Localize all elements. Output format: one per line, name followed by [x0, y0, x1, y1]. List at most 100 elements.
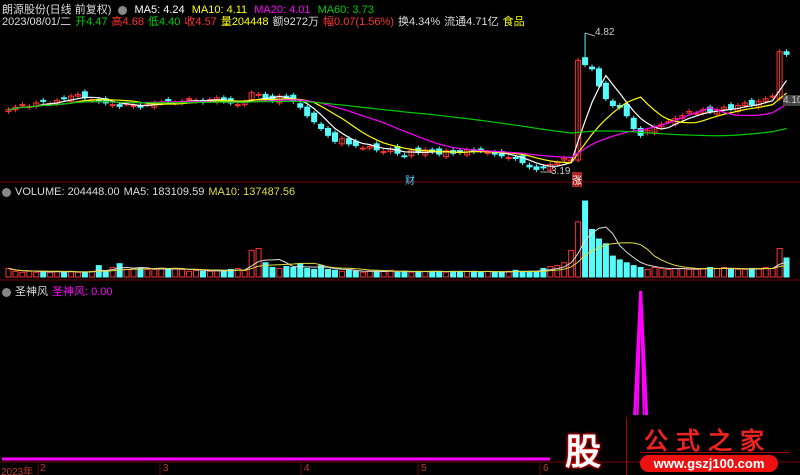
- volume-bar: [526, 270, 533, 278]
- candle-body: [165, 99, 172, 102]
- volume-bar: [359, 271, 366, 278]
- volume-bar: [457, 270, 464, 278]
- finance-tag[interactable]: 财: [405, 172, 415, 187]
- volume-bar: [693, 268, 700, 278]
- candle-body: [311, 112, 318, 123]
- candle-body: [297, 103, 304, 108]
- logo-url: www.gszj100.com: [640, 455, 778, 472]
- volume-bar: [755, 267, 762, 278]
- volume-bar: [137, 267, 144, 278]
- volume-bar: [401, 270, 408, 278]
- volume-bar: [186, 270, 193, 278]
- volume-bar: [5, 267, 12, 278]
- volume-bar: [158, 267, 165, 278]
- candle-body: [40, 99, 47, 102]
- volume-bar: [609, 255, 616, 278]
- candle-body: [769, 95, 776, 98]
- volume-bar: [547, 266, 554, 278]
- volume-bar: [623, 262, 630, 278]
- volume-bar: [463, 270, 470, 278]
- watermark-logo: 股 公式之家 www.gszj100.com: [560, 415, 800, 475]
- volume-bar: [338, 270, 345, 278]
- candle-body: [505, 157, 512, 160]
- candle-body: [526, 164, 533, 168]
- x-label-jun: 6: [543, 463, 549, 474]
- high-pointer: [584, 32, 596, 37]
- volume-bar: [616, 259, 623, 278]
- candle-body: [380, 151, 387, 154]
- candle-body: [589, 66, 596, 70]
- volume-bar: [199, 270, 206, 278]
- stock-chart-window: 朗源股份(日线 前复权) MA5: 4.24 MA10: 4.11 MA20: …: [0, 0, 800, 475]
- volume-bar: [429, 270, 436, 278]
- volume-bar: [325, 268, 332, 278]
- volume-bar: [741, 268, 748, 278]
- volume-bar: [144, 268, 151, 278]
- volume-bar: [533, 270, 540, 278]
- volume-bar: [554, 265, 561, 278]
- candle-body: [582, 57, 589, 66]
- volume-bar: [47, 271, 54, 278]
- candle-body: [783, 51, 790, 55]
- chart-canvas[interactable]: [0, 0, 800, 475]
- volume-bar: [283, 266, 290, 278]
- volume-bar: [241, 269, 248, 278]
- candle-body: [512, 157, 519, 160]
- volume-bar: [81, 271, 88, 278]
- candle-body: [186, 98, 193, 101]
- candle-body: [748, 99, 755, 106]
- volume-bar: [331, 269, 338, 278]
- volume-bar: [589, 229, 596, 278]
- limit-up-tag[interactable]: 涨: [572, 172, 582, 187]
- candle-body: [304, 106, 311, 117]
- candle-body: [116, 104, 123, 107]
- volume-bar: [220, 270, 227, 278]
- candle-body: [533, 166, 540, 170]
- volume-bar: [644, 268, 651, 278]
- volume-bar: [679, 267, 686, 278]
- volume-bar: [151, 268, 158, 278]
- candle-body: [255, 93, 262, 96]
- volume-bar: [193, 269, 200, 278]
- volume-bar: [102, 270, 109, 278]
- candle-body: [345, 138, 352, 145]
- volume-bar: [443, 271, 450, 278]
- volume-bar: [491, 271, 498, 278]
- volume-bar: [651, 267, 658, 278]
- volume-bar: [436, 270, 443, 278]
- logo-char: 股: [565, 432, 602, 473]
- volume-bar: [61, 271, 68, 278]
- candle-body: [130, 104, 137, 107]
- last-price-marker: 4.10: [783, 95, 800, 106]
- volume-bar: [276, 267, 283, 278]
- volume-bar: [672, 267, 679, 278]
- low-annotation: 3.19: [551, 166, 571, 177]
- volume-bar: [477, 271, 484, 278]
- volume-bar: [470, 270, 477, 278]
- candle-body: [727, 104, 734, 110]
- ma60-line: [8, 100, 787, 137]
- volume-bar: [714, 267, 721, 278]
- candle-body: [401, 155, 408, 158]
- volume-bar: [637, 267, 644, 278]
- volume-bar: [297, 263, 304, 278]
- candle-body: [61, 97, 68, 100]
- volume-bar: [727, 268, 734, 278]
- volume-bar: [450, 270, 457, 278]
- volume-bar: [595, 238, 602, 278]
- volume-bar: [394, 271, 401, 278]
- candle-body: [623, 104, 630, 117]
- candle-body: [609, 100, 616, 106]
- volume-bar: [498, 271, 505, 278]
- candle-body: [109, 104, 116, 107]
- volume-bar: [561, 262, 568, 278]
- candle-body: [540, 166, 547, 169]
- volume-bar: [248, 249, 255, 278]
- volume-bar: [748, 267, 755, 278]
- x-label-year: 2023年: [1, 467, 34, 475]
- volume-bar: [519, 270, 526, 278]
- x-label-may: 5: [421, 463, 427, 474]
- candle-body: [325, 128, 332, 136]
- volume-ma5-line: [8, 226, 787, 273]
- volume-bar: [665, 268, 672, 278]
